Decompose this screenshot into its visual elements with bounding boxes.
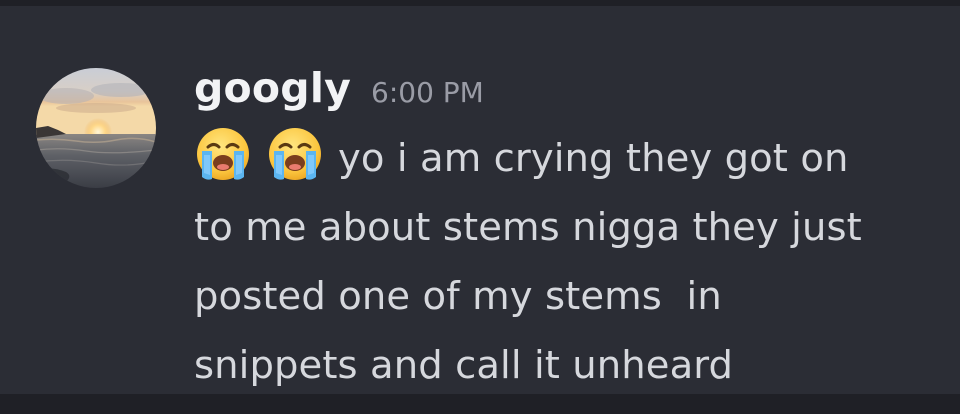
message-line-1: yo i am crying they got on	[194, 124, 934, 193]
top-divider	[0, 0, 960, 6]
message-header: googly 6:00 PM	[194, 64, 934, 122]
bottom-divider	[0, 394, 960, 414]
message-content: yo i am crying they got on to me about s…	[194, 124, 934, 400]
message-line-4: snippets and call it unheard	[194, 343, 734, 388]
message-line-3: posted one of my stems in	[194, 274, 722, 319]
loudly-crying-face-icon	[266, 125, 324, 183]
message-text: yo i am crying they got on	[338, 136, 849, 181]
timestamp[interactable]: 6:00 PM	[371, 76, 484, 109]
user-avatar[interactable]	[36, 68, 156, 188]
sunset-over-sea-avatar-icon	[36, 68, 156, 188]
message-line-2: to me about stems nigga they just	[194, 205, 862, 250]
username[interactable]: googly	[194, 64, 351, 112]
message: googly 6:00 PM yo i am crying they got o…	[194, 64, 934, 400]
loudly-crying-face-icon	[194, 125, 252, 183]
chat-screenshot: googly 6:00 PM yo i am crying they got o…	[0, 0, 960, 414]
